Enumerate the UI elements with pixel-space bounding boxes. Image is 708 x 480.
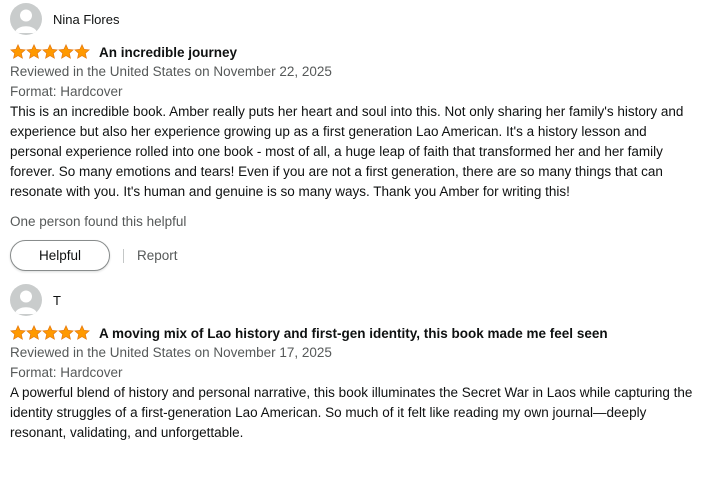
- star-icon: [26, 44, 42, 59]
- star-rating[interactable]: [10, 325, 90, 341]
- review-date: Reviewed in the United States on Novembe…: [10, 64, 332, 79]
- review-date: Reviewed in the United States on Novembe…: [10, 345, 332, 360]
- review-title[interactable]: A moving mix of Lao history and first-ge…: [99, 326, 608, 341]
- report-link[interactable]: Report: [137, 248, 178, 263]
- avatar-icon: [10, 3, 42, 35]
- reviewer-name: T: [53, 292, 61, 308]
- divider: [123, 248, 124, 263]
- star-icon: [58, 325, 74, 340]
- star-icon: [42, 44, 58, 59]
- star-icon: [26, 325, 42, 340]
- helpful-button[interactable]: Helpful: [10, 240, 110, 271]
- review-body: A powerful blend of history and personal…: [10, 385, 693, 440]
- star-icon: [10, 44, 26, 59]
- review-format: Format: Hardcover: [10, 84, 123, 99]
- reviewer-profile[interactable]: T: [10, 284, 694, 316]
- review-card: Nina Flores An incredible journey Review…: [0, 0, 708, 271]
- review-title[interactable]: An incredible journey: [99, 45, 237, 60]
- review-card: T A moving mix of Lao history and first-…: [0, 271, 708, 443]
- star-icon: [42, 325, 58, 340]
- star-rating[interactable]: [10, 44, 90, 60]
- avatar-icon: [10, 284, 42, 316]
- star-icon: [74, 44, 90, 59]
- helpful-count: One person found this helpful: [10, 214, 187, 229]
- star-icon: [74, 325, 90, 340]
- reviewer-profile[interactable]: Nina Flores: [10, 3, 694, 35]
- review-format: Format: Hardcover: [10, 365, 123, 380]
- star-icon: [10, 325, 26, 340]
- reviewer-name: Nina Flores: [53, 11, 120, 27]
- star-icon: [58, 44, 74, 59]
- review-body: This is an incredible book. Amber really…: [10, 104, 684, 199]
